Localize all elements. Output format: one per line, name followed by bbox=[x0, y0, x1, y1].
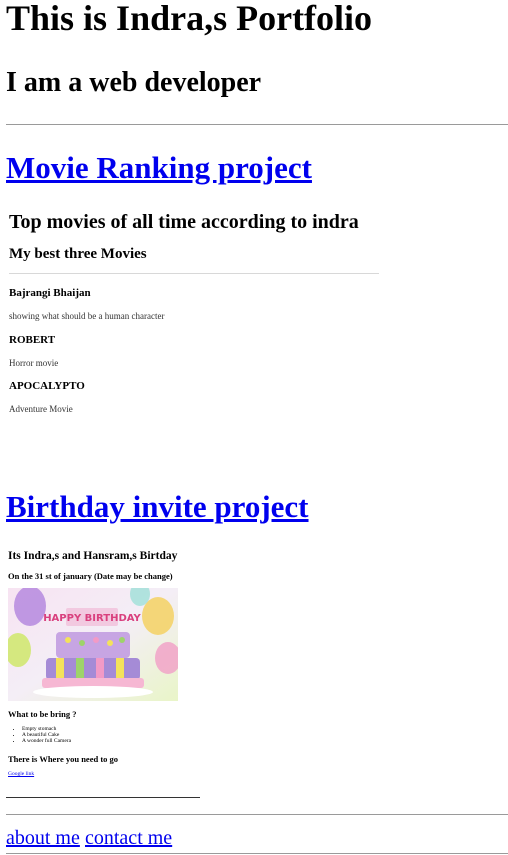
contact-me-link[interactable]: contact me bbox=[85, 826, 172, 850]
list-item: A wonder full Camera bbox=[22, 738, 71, 744]
divider bbox=[6, 853, 508, 854]
birthday-cake-image: HAPPY BIRTHDAY bbox=[8, 588, 178, 701]
movie-project-link[interactable]: Movie Ranking project bbox=[6, 150, 312, 186]
movie-name: ROBERT bbox=[9, 334, 56, 346]
movie-preview-divider bbox=[9, 273, 379, 274]
movie-preview-subtitle: My best three Movies bbox=[9, 246, 147, 262]
birthday-preview-title: Its Indra,s and Hansram,s Birtday bbox=[8, 550, 178, 562]
movie-description: Horror movie bbox=[9, 358, 59, 368]
movie-description: Adventure Movie bbox=[9, 404, 73, 414]
page-subtitle: I am a web developer bbox=[6, 67, 262, 98]
birthday-project-link[interactable]: Birthday invite project bbox=[6, 489, 309, 525]
bring-list: Empty stomach A beautiful Cake A wonder … bbox=[14, 726, 71, 744]
movie-preview-title: Top movies of all time according to indr… bbox=[9, 211, 359, 233]
bring-heading: What to be bring ? bbox=[8, 709, 77, 719]
preview-underline bbox=[6, 797, 200, 798]
birthday-preview-date: On the 31 st of january (Date may be cha… bbox=[8, 571, 173, 581]
cake-topper-text: HAPPY BIRTHDAY bbox=[43, 613, 141, 624]
about-me-link[interactable]: about me bbox=[6, 826, 80, 850]
page-title: This is Indra,s Portfolio bbox=[6, 0, 373, 38]
movie-description: showing what should be a human character bbox=[9, 311, 165, 321]
movie-name: Bajrangi Bhaijan bbox=[9, 287, 91, 299]
divider bbox=[6, 124, 508, 125]
movie-name: APOCALYPTO bbox=[9, 380, 85, 392]
divider bbox=[6, 814, 508, 815]
google-map-link[interactable]: Google link bbox=[8, 771, 34, 778]
where-heading: There is Where you need to go bbox=[8, 754, 119, 764]
